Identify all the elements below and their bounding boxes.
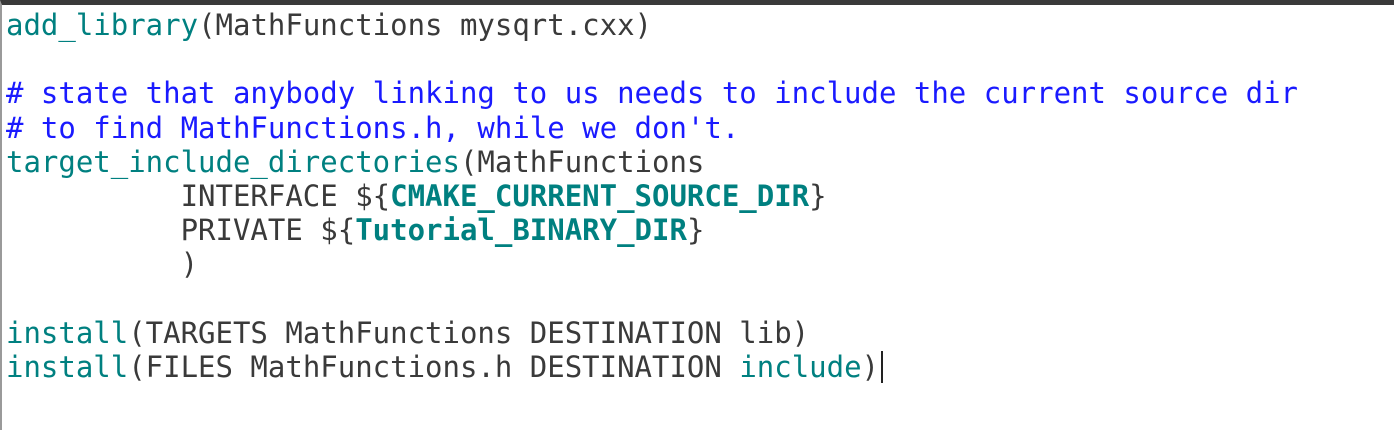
text-token: PRIVATE ${ [6,213,356,248]
command-token: install [6,349,129,384]
arguments-token: (MathFunctions mysqrt.cxx) [198,8,653,42]
variable-token: Tutorial_BINARY_DIR [355,213,687,248]
comment-token: # state that anybody linking to us needs… [6,76,1299,111]
command-token: install [6,315,129,350]
text-token: } [809,178,827,213]
code-line-9-blank [6,282,1298,316]
code-line-7: PRIVATE ${Tutorial_BINARY_DIR} [6,213,1298,247]
code-line-2-blank [6,42,1298,76]
text-editor[interactable]: add_library(MathFunctions mysqrt.cxx) # s… [0,0,1394,430]
code-line-5: target_include_directories(MathFunctions [6,145,1298,179]
code-line-8: ) [6,247,1298,281]
command-token: add_library [6,8,199,42]
code-line-1: add_library(MathFunctions mysqrt.cxx) [6,8,1298,42]
code-line-4: # to find MathFunctions.h, while we don'… [6,111,1298,145]
variable-token: CMAKE_CURRENT_SOURCE_DIR [390,178,810,213]
code-line-11: install(FILES MathFunctions.h DESTINATIO… [6,350,1298,384]
arguments-token: (MathFunctions [459,144,705,179]
keyword-token: include [739,349,862,384]
text-token: ) [861,349,879,384]
arguments-token: (FILES MathFunctions.h DESTINATION [128,349,740,384]
code-line-10: install(TARGETS MathFunctions DESTINATIO… [6,316,1298,350]
command-token: target_include_directories [6,144,460,179]
arguments-token: (TARGETS MathFunctions DESTINATION lib) [128,315,810,350]
code-area[interactable]: add_library(MathFunctions mysqrt.cxx) # s… [6,8,1298,384]
text-token: INTERFACE ${ [6,178,391,213]
text-cursor [881,350,883,383]
text-token: ) [6,247,199,282]
code-line-3: # state that anybody linking to us needs… [6,76,1298,110]
text-token: } [686,213,705,248]
code-line-6: INTERFACE ${CMAKE_CURRENT_SOURCE_DIR} [6,179,1298,213]
comment-token: # to find MathFunctions.h, while we don'… [6,110,740,145]
